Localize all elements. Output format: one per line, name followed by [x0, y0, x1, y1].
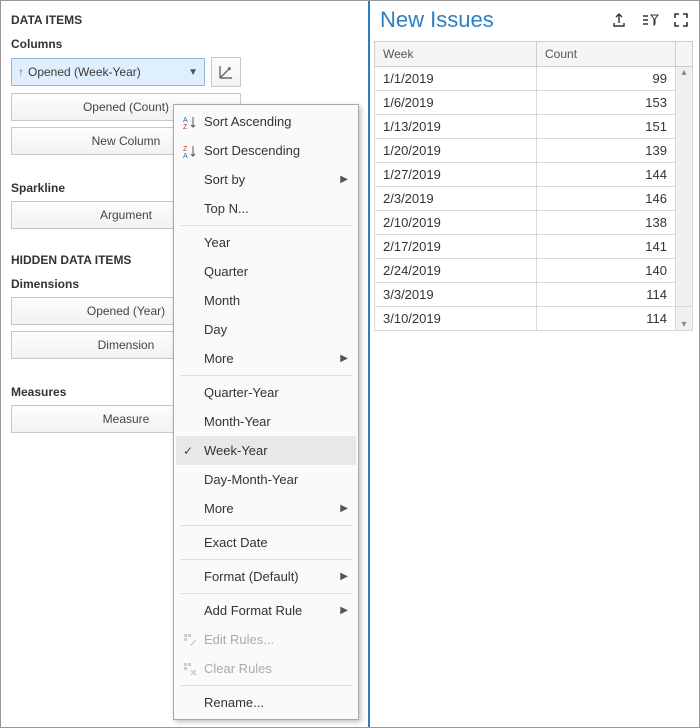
clear-rules-icon	[176, 662, 204, 676]
cell-week: 2/3/2019	[375, 187, 537, 211]
field-opened-week-year[interactable]: ↑ Opened (Week-Year) ▼	[11, 58, 205, 86]
cell-count: 138	[537, 211, 676, 235]
cell-count: 141	[537, 235, 676, 259]
cell-week: 3/3/2019	[375, 283, 537, 307]
sort-desc-icon: ZA	[176, 144, 204, 158]
data-items-header: DATA ITEMS	[11, 13, 241, 27]
menu-format[interactable]: Format (Default)▶	[176, 562, 356, 591]
svg-text:A: A	[183, 117, 188, 124]
table-row[interactable]: 1/6/2019153	[375, 91, 693, 115]
submenu-arrow-icon: ▶	[340, 503, 348, 514]
maximize-icon[interactable]	[673, 12, 689, 28]
cell-week: 1/13/2019	[375, 115, 537, 139]
cell-count: 153	[537, 91, 676, 115]
table-row[interactable]: 2/3/2019146	[375, 187, 693, 211]
menu-add-format-rule[interactable]: Add Format Rule▶	[176, 596, 356, 625]
cell-week: 1/27/2019	[375, 163, 537, 187]
cell-week: 2/17/2019	[375, 235, 537, 259]
menu-rename[interactable]: Rename...	[176, 688, 356, 717]
svg-text:Z: Z	[183, 124, 188, 129]
table-row[interactable]: 1/27/2019144	[375, 163, 693, 187]
cell-week: 2/24/2019	[375, 259, 537, 283]
cell-count: 140	[537, 259, 676, 283]
menu-sort-descending[interactable]: ZASort Descending	[176, 136, 356, 165]
table-row[interactable]: 1/1/201999▴	[375, 67, 693, 91]
table-row[interactable]: 3/3/2019114	[375, 283, 693, 307]
menu-exact-date[interactable]: Exact Date	[176, 528, 356, 557]
table-row[interactable]: 2/17/2019141	[375, 235, 693, 259]
data-grid: Week Count 1/1/201999▴1/6/20191531/13/20…	[374, 41, 693, 331]
panel-title: New Issues	[380, 7, 494, 33]
column-header-count[interactable]: Count	[537, 42, 676, 67]
menu-quarter-year[interactable]: Quarter-Year	[176, 378, 356, 407]
columns-header: Columns	[11, 37, 241, 51]
filter-list-icon[interactable]	[641, 12, 659, 28]
sort-arrow-icon: ↑	[18, 65, 24, 79]
menu-month-year[interactable]: Month-Year	[176, 407, 356, 436]
cell-week: 3/10/2019	[375, 307, 537, 331]
menu-more-2[interactable]: More▶	[176, 494, 356, 523]
submenu-arrow-icon: ▶	[340, 174, 348, 185]
submenu-arrow-icon: ▶	[340, 571, 348, 582]
menu-day[interactable]: Day	[176, 315, 356, 344]
menu-day-month-year[interactable]: Day-Month-Year	[176, 465, 356, 494]
menu-sort-by[interactable]: Sort by▶	[176, 165, 356, 194]
column-header-week[interactable]: Week	[375, 42, 537, 67]
cell-week: 1/20/2019	[375, 139, 537, 163]
svg-text:A: A	[183, 153, 188, 158]
submenu-arrow-icon: ▶	[340, 605, 348, 616]
table-row[interactable]: 3/10/2019114▾	[375, 307, 693, 331]
cell-count: 114	[537, 283, 676, 307]
context-menu: AZSort Ascending ZASort Descending Sort …	[173, 104, 359, 720]
edit-rules-icon	[176, 633, 204, 647]
menu-top-n[interactable]: Top N...	[176, 194, 356, 223]
menu-month[interactable]: Month	[176, 286, 356, 315]
table-row[interactable]: 1/20/2019139	[375, 139, 693, 163]
cell-count: 114	[537, 307, 676, 331]
table-row[interactable]: 2/10/2019138	[375, 211, 693, 235]
cell-week: 2/10/2019	[375, 211, 537, 235]
axis-icon-button[interactable]	[211, 57, 241, 87]
submenu-arrow-icon: ▶	[340, 353, 348, 364]
cell-count: 146	[537, 187, 676, 211]
menu-edit-rules: Edit Rules...	[176, 625, 356, 654]
table-row[interactable]: 1/13/2019151	[375, 115, 693, 139]
export-icon[interactable]	[611, 12, 627, 28]
menu-week-year[interactable]: ✓Week-Year	[176, 436, 356, 465]
sort-asc-icon: AZ	[176, 115, 204, 129]
cell-count: 139	[537, 139, 676, 163]
table-row[interactable]: 2/24/2019140	[375, 259, 693, 283]
menu-more-1[interactable]: More▶	[176, 344, 356, 373]
dropdown-icon[interactable]: ▼	[188, 67, 198, 78]
cell-count: 99	[537, 67, 676, 91]
cell-week: 1/6/2019	[375, 91, 537, 115]
menu-clear-rules: Clear Rules	[176, 654, 356, 683]
check-icon: ✓	[183, 444, 193, 458]
svg-text:Z: Z	[183, 146, 188, 153]
menu-year[interactable]: Year	[176, 228, 356, 257]
menu-sort-ascending[interactable]: AZSort Ascending	[176, 107, 356, 136]
scrollbar-down[interactable]: ▾	[676, 307, 693, 331]
field-label: Opened (Week-Year)	[28, 65, 141, 79]
menu-quarter[interactable]: Quarter	[176, 257, 356, 286]
cell-week: 1/1/2019	[375, 67, 537, 91]
cell-count: 151	[537, 115, 676, 139]
right-panel: New Issues Week Count 1/1/201999▴1/6/201…	[368, 1, 699, 727]
cell-count: 144	[537, 163, 676, 187]
scrollbar-up[interactable]: ▴	[676, 67, 693, 307]
